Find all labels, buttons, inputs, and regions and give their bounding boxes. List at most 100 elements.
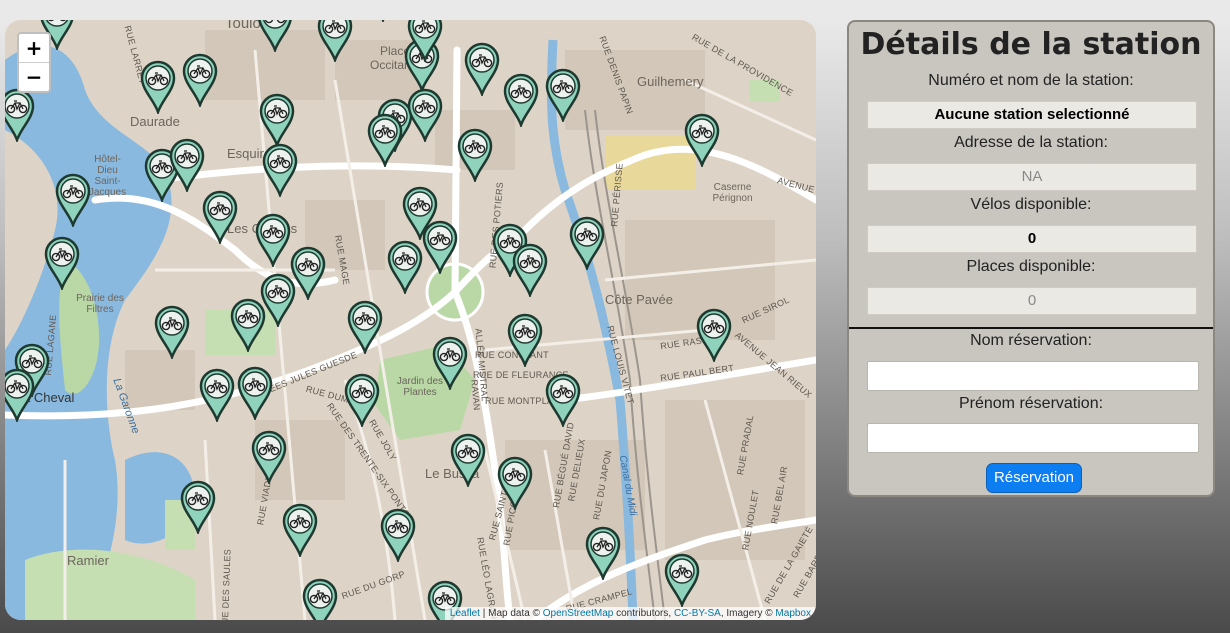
bicycle-icon <box>262 143 298 199</box>
bicycle-icon <box>507 313 543 369</box>
bicycle-icon <box>497 456 533 512</box>
station-marker[interactable] <box>422 220 458 276</box>
station-marker[interactable] <box>44 236 80 292</box>
station-marker[interactable] <box>344 373 380 429</box>
zoom-in-button[interactable]: + <box>19 34 49 63</box>
station-marker[interactable] <box>5 88 35 144</box>
panel-divider <box>849 327 1213 329</box>
bicycle-icon <box>347 300 383 356</box>
station-marker[interactable] <box>237 366 273 422</box>
station-marker[interactable] <box>407 88 443 144</box>
map-label-guilhemery: Guilhemery <box>637 74 704 89</box>
bicycle-icon <box>545 68 581 124</box>
bicycle-icon <box>585 526 621 582</box>
map-attribution: Leaflet | Map data © OpenStreetMap contr… <box>444 607 816 620</box>
bicycle-icon <box>545 373 581 429</box>
bikes-available-field: 0 <box>867 225 1197 253</box>
reservation-firstname-input[interactable] <box>867 423 1199 453</box>
bicycle-icon <box>381 20 385 24</box>
attribution-text-3: , Imagery © <box>720 608 776 619</box>
station-marker[interactable] <box>230 298 266 354</box>
bicycle-icon <box>182 53 218 109</box>
station-marker[interactable] <box>497 456 533 512</box>
station-marker[interactable] <box>569 216 605 272</box>
station-marker[interactable] <box>545 373 581 429</box>
station-marker[interactable] <box>202 190 238 246</box>
station-marker[interactable] <box>503 73 539 129</box>
bicycle-icon <box>202 190 238 246</box>
zoom-out-button[interactable]: − <box>19 63 49 91</box>
station-marker[interactable] <box>407 20 443 64</box>
places-available-field: 0 <box>867 287 1197 315</box>
places-available-label: Places disponible: <box>966 258 1096 275</box>
station-marker[interactable] <box>696 308 732 364</box>
bicycle-icon <box>154 305 190 361</box>
station-marker[interactable] <box>365 20 401 24</box>
bicycle-icon <box>380 508 416 564</box>
bicycle-icon <box>367 113 403 169</box>
station-marker[interactable] <box>302 578 338 620</box>
reservation-lastname-input[interactable] <box>867 361 1199 391</box>
bicycle-icon <box>696 308 732 364</box>
station-marker[interactable] <box>457 128 493 184</box>
station-marker[interactable] <box>664 553 700 609</box>
bicycle-icon <box>259 93 295 149</box>
station-marker[interactable] <box>55 173 91 229</box>
station-marker[interactable] <box>182 53 218 109</box>
bicycle-icon <box>450 433 486 489</box>
bicycle-icon <box>569 216 605 272</box>
station-marker[interactable] <box>464 42 500 98</box>
station-marker[interactable] <box>585 526 621 582</box>
bicycle-icon <box>5 88 35 144</box>
panel-title: Détails de la station <box>860 27 1202 62</box>
mapbox-link[interactable]: Mapbox <box>775 608 811 619</box>
bikes-available-label: Vélos disponible: <box>970 196 1092 213</box>
station-marker[interactable] <box>154 305 190 361</box>
station-marker[interactable] <box>257 20 293 54</box>
bicycle-icon <box>282 503 318 559</box>
map-label-hotel-dieu: Hôtel-Dieu Saint-Jacques <box>88 154 127 198</box>
bicycle-icon <box>407 88 443 144</box>
station-address-label: Adresse de la station: <box>954 134 1108 151</box>
station-marker[interactable] <box>512 243 548 299</box>
bicycle-icon <box>199 368 235 424</box>
bicycle-icon <box>664 553 700 609</box>
station-map[interactable]: Toulouse Place Occitanie Guilhemery Daur… <box>5 20 816 620</box>
station-marker[interactable] <box>684 113 720 169</box>
attribution-text-2: contributors, <box>613 608 674 619</box>
bicycle-icon <box>432 336 468 392</box>
station-marker[interactable] <box>432 336 468 392</box>
bicycle-icon <box>251 430 287 486</box>
leaflet-link[interactable]: Leaflet <box>450 608 480 619</box>
openstreetmap-link[interactable]: OpenStreetMap <box>543 608 614 619</box>
station-marker[interactable] <box>251 430 287 486</box>
bicycle-icon <box>422 220 458 276</box>
reservation-lastname-label: Nom réservation: <box>970 332 1092 349</box>
station-marker[interactable] <box>450 433 486 489</box>
station-marker[interactable] <box>169 138 205 194</box>
station-marker[interactable] <box>507 313 543 369</box>
station-marker[interactable] <box>347 300 383 356</box>
bicycle-icon <box>180 480 216 536</box>
station-marker[interactable] <box>317 20 353 64</box>
station-marker[interactable] <box>387 240 423 296</box>
reservation-firstname-label: Prénom réservation: <box>958 395 1104 412</box>
station-marker[interactable] <box>380 508 416 564</box>
station-marker[interactable] <box>367 113 403 169</box>
station-marker[interactable] <box>259 93 295 149</box>
station-name-field: Aucune station selectionné <box>867 101 1197 129</box>
station-marker[interactable] <box>5 368 35 424</box>
station-address-field: NA <box>867 163 1197 191</box>
station-marker[interactable] <box>282 503 318 559</box>
bicycle-icon <box>344 373 380 429</box>
station-marker[interactable] <box>262 143 298 199</box>
station-marker[interactable] <box>199 368 235 424</box>
reservation-button[interactable]: Réservation <box>986 463 1082 493</box>
station-marker[interactable] <box>140 60 176 116</box>
station-marker[interactable] <box>255 213 291 269</box>
station-marker[interactable] <box>180 480 216 536</box>
station-marker[interactable] <box>545 68 581 124</box>
bicycle-icon <box>5 368 35 424</box>
bicycle-icon <box>237 366 273 422</box>
license-link[interactable]: CC-BY-SA <box>674 608 721 619</box>
